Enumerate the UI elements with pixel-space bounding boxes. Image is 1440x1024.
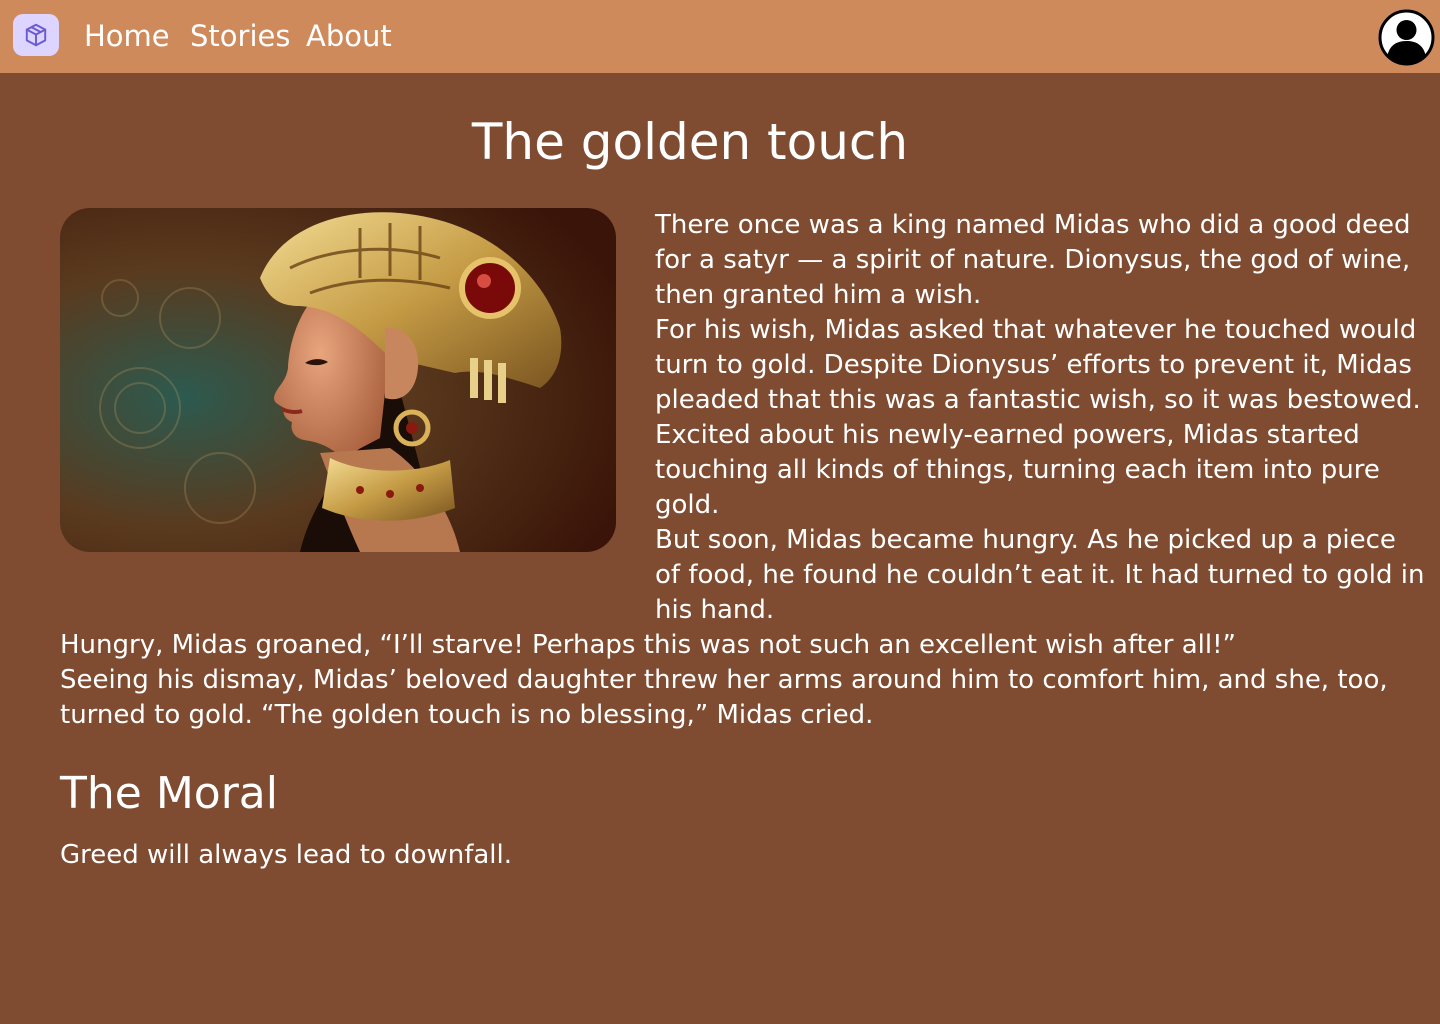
story-paragraph: For his wish, Midas asked that whatever …: [655, 315, 1421, 415]
story-paragraph: Seeing his dismay, Midas’ beloved daught…: [60, 665, 1388, 730]
nav-link-stories[interactable]: Stories: [190, 18, 290, 54]
nav-link-home[interactable]: Home: [84, 18, 170, 54]
nav-link-about[interactable]: About: [306, 18, 392, 54]
user-avatar-icon: [1378, 9, 1435, 66]
story-paragraph: Excited about his newly-earned powers, M…: [655, 420, 1380, 520]
page-title: The golden touch: [471, 113, 909, 171]
story-paragraph: But soon, Midas became hungry. As he pic…: [655, 525, 1425, 625]
story-paragraph: Hungry, Midas groaned, “I’ll starve! Per…: [60, 630, 1237, 660]
logo-button[interactable]: [13, 14, 59, 56]
story-image: [60, 208, 616, 552]
user-avatar-button[interactable]: [1378, 9, 1435, 66]
moral-text: Greed will always lead to downfall.: [60, 840, 513, 870]
story-paragraph: There once was a king named Midas who di…: [655, 210, 1411, 310]
portrait-image: [60, 208, 616, 552]
top-navbar: Home Stories About: [0, 0, 1440, 73]
cube-icon: [25, 23, 47, 47]
moral-heading: The Moral: [60, 768, 278, 819]
